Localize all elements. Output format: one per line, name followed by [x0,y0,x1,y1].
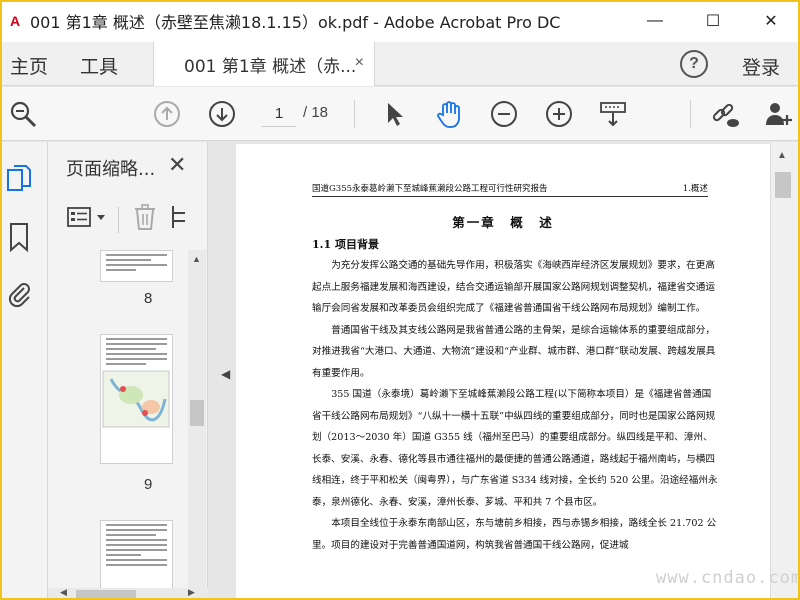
tab-home[interactable]: 主页 [10,52,48,79]
thumbnail-page[interactable] [100,334,173,464]
navigation-rail [0,142,48,600]
scroll-right-icon[interactable]: ▶ [188,587,195,598]
add-user-icon[interactable] [763,99,793,129]
window-controls: — ☐ ✕ [626,0,800,42]
running-header: 国道G355永泰葛岭濑下至城峰蕉濑段公路工程可行性研究报告 1.概述 [312,182,708,197]
window-title: 001 第1章 概述（赤壁至焦濑18.1.15）ok.pdf - Adobe A… [30,13,561,32]
section-title: 1.1 项目背景 [312,238,379,251]
tools-separator [118,206,119,233]
paragraph: 355 国道（永泰境）葛岭濑下至城峰蕉濑段公路工程(以下简称本项目）是《福建省普… [312,389,718,508]
tab-tools[interactable]: 工具 [80,52,118,79]
thumbnail-page-number: 8 [144,290,153,307]
thumbnails-horizontal-scrollbar[interactable]: ◀ ▶ [48,587,208,600]
main-toolbar [0,87,800,141]
paragraph: 本项目全线位于永泰东南部山区，东与塘前乡相接，西与赤锡乡相接，路线全长 21.7… [312,518,717,551]
document-tab-label: 001 第1章 概述（赤... [184,56,357,77]
close-window-button[interactable]: ✕ [742,0,800,42]
thumbnail-map-graphic [102,370,170,428]
page-down-icon[interactable] [207,99,237,129]
thumbnail-page-number: 9 [144,476,153,493]
toolbar-separator [354,100,355,128]
attachments-icon[interactable] [6,278,32,308]
hand-icon[interactable] [434,99,464,129]
close-panel-icon[interactable]: ✕ [168,152,186,178]
share-link-icon[interactable] [710,99,740,129]
page-up-icon[interactable] [152,99,182,129]
page-thumbnails-icon[interactable] [6,164,32,194]
thumbnails-scroll-thumb[interactable] [190,400,204,426]
zoom-out-icon[interactable] [489,99,519,129]
thumbnail-options-icon[interactable] [66,205,110,234]
collapse-panel-icon[interactable]: ◀ [221,367,230,381]
scroll-left-icon[interactable]: ◀ [60,587,67,598]
tab-bar: 主页 工具 001 第1章 概述（赤... × ? 登录 [0,42,800,86]
document-scrollbar[interactable]: ▲ [770,142,800,600]
select-arrow-icon[interactable] [380,99,410,129]
toolbar-separator [690,100,691,128]
zoom-in-icon[interactable] [544,99,574,129]
running-header-title: 国道G355永泰葛岭濑下至城峰蕉濑段公路工程可行性研究报告 [312,184,548,194]
thumbnails-scrollbar[interactable]: ▲ [188,250,206,590]
scroll-up-icon[interactable]: ▲ [192,254,201,264]
chapter-title: 第一章 概 述 [452,215,554,230]
bookmarks-icon[interactable] [6,222,32,253]
thumbnail-page[interactable] [100,250,173,282]
page-number-input[interactable] [262,101,296,127]
tab-document[interactable]: 001 第1章 概述（赤... × [153,42,375,86]
close-tab-icon[interactable]: × [355,54,364,72]
horizontal-scroll-thumb[interactable] [76,590,136,598]
paragraph: 普通国省干线及其支线公路网是我省普通公路的主骨架，是综合运输体系的重要组成部分，… [312,324,716,379]
paragraph: 为充分发挥公路交通的基础先导作用，积极落实《海峡西岸经济区发展规划》要求，在更高… [312,260,715,314]
trash-icon[interactable] [133,204,157,235]
running-header-section: 1.概述 [682,184,708,194]
search-icon[interactable] [8,99,38,129]
acrobat-app-icon: A [9,13,21,29]
maximize-button[interactable]: ☐ [684,0,742,42]
scroll-up-icon[interactable]: ▲ [777,150,787,161]
watermark-text: www.cndao.com [656,568,800,588]
thumbnails-toolbar [66,204,185,235]
thumbnails-panel-title: 页面缩略... [66,159,156,180]
help-icon[interactable]: ? [680,50,708,78]
title-bar: A 001 第1章 概述（赤壁至焦濑18.1.15）ok.pdf - Adobe… [0,0,800,42]
insert-page-icon[interactable] [171,204,185,235]
thumbnails-panel: 页面缩略... ✕ 8 9 ▲ [48,142,208,600]
pdf-page: 国道G355永泰葛岭濑下至城峰蕉濑段公路工程可行性研究报告 1.概述 第一章 概… [236,144,770,600]
document-scroll-thumb[interactable] [775,172,791,198]
panel-splitter[interactable]: ◀ [208,142,236,600]
marquee-zoom-icon[interactable] [598,99,628,129]
document-view[interactable]: 国道G355永泰葛岭濑下至城峰蕉濑段公路工程可行性研究报告 1.概述 第一章 概… [236,142,770,600]
page-total-label: / 18 [303,104,329,121]
minimize-button[interactable]: — [626,0,684,42]
body-text: 为充分发挥公路交通的基础先导作用，积极落实《海峡西岸经济区发展规划》要求，在更高… [312,255,720,556]
sign-in-link[interactable]: 登录 [742,53,780,80]
